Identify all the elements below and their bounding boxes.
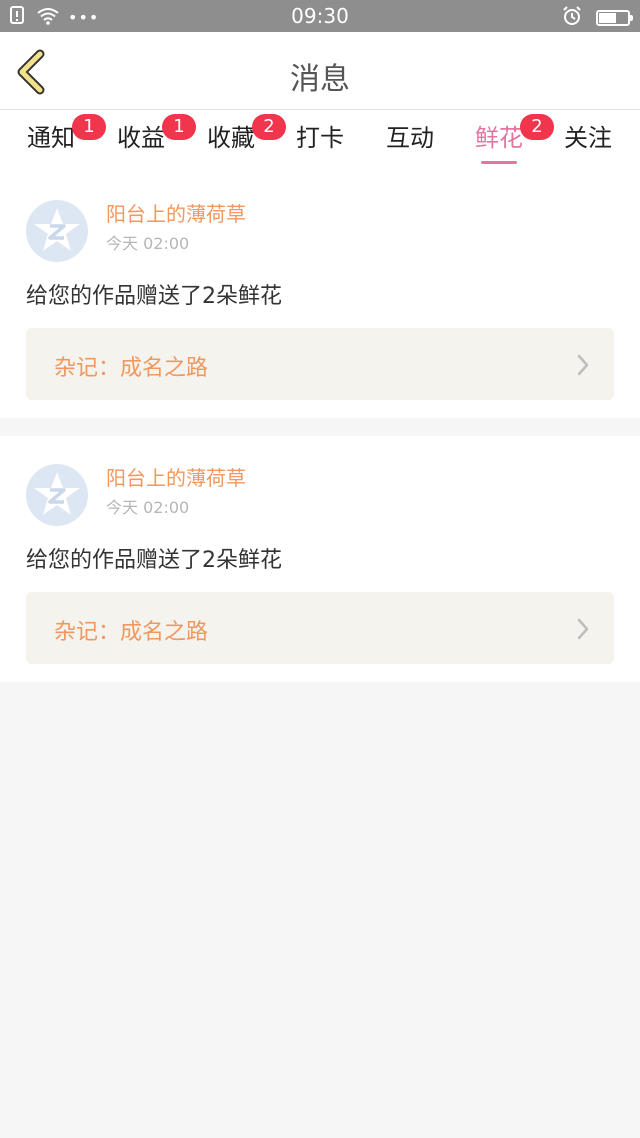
work-title: 杂记：成名之路 <box>54 356 209 381</box>
status-bar: ••• 09:30 <box>0 0 640 32</box>
tab-notifications[interactable]: 通知 1 <box>16 114 106 172</box>
battery-level <box>599 13 616 23</box>
tab-label: 打卡 <box>296 124 344 152</box>
tab-label: 互动 <box>386 124 434 152</box>
tab-interactions[interactable]: 互动 <box>375 120 445 172</box>
unread-badge: 2 <box>520 114 554 140</box>
work-title: 杂记：成名之路 <box>54 620 209 645</box>
sender-name[interactable]: 阳台上的薄荷草 <box>106 462 246 491</box>
message-card: 阳台上的薄荷草 今天 02:00 给您的作品赠送了2朵鲜花 杂记：成名之路 <box>0 436 640 682</box>
alarm-icon <box>562 6 582 30</box>
message-text: 给您的作品赠送了2朵鲜花 <box>26 548 282 573</box>
battery-icon <box>596 10 633 26</box>
chevron-right-icon <box>577 354 589 376</box>
message-text: 给您的作品赠送了2朵鲜花 <box>26 284 282 309</box>
tab-earnings[interactable]: 收益 1 <box>106 114 196 172</box>
header: 消息 <box>0 32 640 110</box>
tab-follows[interactable]: 关注 <box>553 120 623 172</box>
tab-bar: 通知 1 收益 1 收藏 2 打卡 互动 鲜花 2 关注 <box>0 110 640 172</box>
sender-name[interactable]: 阳台上的薄荷草 <box>106 198 246 227</box>
avatar[interactable] <box>26 200 88 262</box>
tab-checkin[interactable]: 打卡 <box>285 120 355 172</box>
unread-badge: 1 <box>72 114 106 140</box>
message-time: 今天 02:00 <box>106 498 190 517</box>
message-card: 阳台上的薄荷草 今天 02:00 给您的作品赠送了2朵鲜花 杂记：成名之路 <box>0 172 640 418</box>
message-time: 今天 02:00 <box>106 234 190 253</box>
default-avatar-icon <box>34 472 80 515</box>
tab-label: 关注 <box>564 124 612 152</box>
status-time: 09:30 <box>291 4 349 28</box>
avatar[interactable] <box>26 464 88 526</box>
page-title: 消息 <box>290 62 350 97</box>
tab-favorites[interactable]: 收藏 2 <box>196 114 286 172</box>
work-link[interactable]: 杂记：成名之路 <box>26 592 614 664</box>
active-tab-indicator <box>481 161 517 164</box>
chevron-right-icon <box>577 618 589 640</box>
unread-badge: 2 <box>252 114 286 140</box>
status-right-icons <box>562 6 633 30</box>
tab-flowers[interactable]: 鲜花 2 <box>464 114 554 172</box>
work-link[interactable]: 杂记：成名之路 <box>26 328 614 400</box>
default-avatar-icon <box>34 208 80 251</box>
unread-badge: 1 <box>162 114 196 140</box>
